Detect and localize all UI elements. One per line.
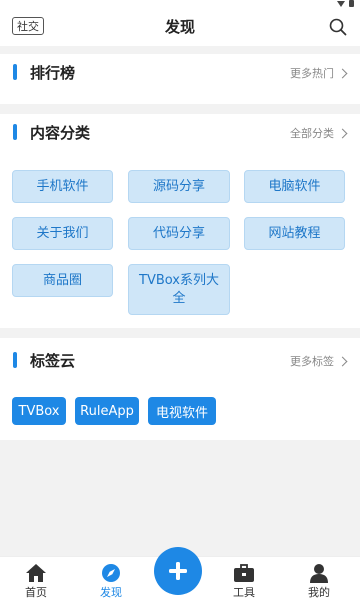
- category-web-tutorial[interactable]: 网站教程: [244, 217, 345, 250]
- nav-tools-label: 工具: [233, 586, 255, 599]
- all-categories-label: 全部分类: [290, 127, 334, 140]
- section-marker: [13, 64, 17, 80]
- tag-tv-software[interactable]: 电视软件: [148, 397, 216, 425]
- top-header: 社交 发现: [0, 8, 360, 46]
- plus-icon: [169, 562, 187, 580]
- nav-discover-label: 发现: [100, 586, 122, 599]
- section-marker: [13, 124, 17, 140]
- tags-title: 标签云: [30, 352, 76, 370]
- categories-section: 内容分类 全部分类 手机软件 源码分享 电脑软件 关于我们 代码分享 网站教程 …: [0, 114, 360, 328]
- category-about-us[interactable]: 关于我们: [12, 217, 113, 250]
- status-bar: [0, 0, 360, 8]
- battery-icon: [349, 0, 354, 7]
- tag-tvbox[interactable]: TVBox: [12, 397, 66, 425]
- search-icon[interactable]: [329, 18, 347, 36]
- category-tvbox-series[interactable]: TVBox系列大全: [128, 264, 230, 315]
- ranking-section: 排行榜 更多热门: [0, 54, 360, 104]
- category-source-code[interactable]: 源码分享: [128, 170, 230, 203]
- tag-ruleapp[interactable]: RuleApp: [75, 397, 139, 425]
- nav-home-label: 首页: [25, 586, 47, 599]
- page-title: 发现: [164, 18, 195, 36]
- home-icon: [26, 564, 46, 582]
- toolbox-icon: [234, 564, 254, 582]
- nav-home[interactable]: 首页: [8, 557, 64, 601]
- nav-mine-label: 我的: [308, 586, 330, 599]
- wifi-icon: [337, 0, 345, 7]
- tags-section: 标签云 更多标签 TVBox RuleApp 电视软件: [0, 338, 360, 440]
- more-hot-link[interactable]: 更多热门: [290, 65, 348, 81]
- nav-mine[interactable]: 我的: [291, 557, 347, 601]
- more-hot-label: 更多热门: [290, 67, 334, 80]
- ranking-title: 排行榜: [30, 64, 76, 82]
- more-tags-label: 更多标签: [290, 355, 334, 368]
- category-pc-software[interactable]: 电脑软件: [244, 170, 345, 203]
- nav-tools[interactable]: 工具: [216, 557, 272, 601]
- chevron-right-icon: [337, 128, 348, 138]
- add-button[interactable]: [154, 547, 202, 595]
- compass-icon: [102, 564, 120, 582]
- more-tags-link[interactable]: 更多标签: [290, 353, 348, 369]
- section-marker: [13, 352, 17, 368]
- all-categories-link[interactable]: 全部分类: [290, 125, 348, 141]
- user-icon: [310, 564, 328, 583]
- categories-title: 内容分类: [30, 124, 91, 142]
- chevron-right-icon: [337, 356, 348, 366]
- category-product-circle[interactable]: 商品圈: [12, 264, 113, 297]
- nav-discover[interactable]: 发现: [83, 557, 139, 601]
- category-code-share[interactable]: 代码分享: [128, 217, 230, 250]
- category-mobile-software[interactable]: 手机软件: [12, 170, 113, 203]
- chevron-right-icon: [337, 68, 348, 78]
